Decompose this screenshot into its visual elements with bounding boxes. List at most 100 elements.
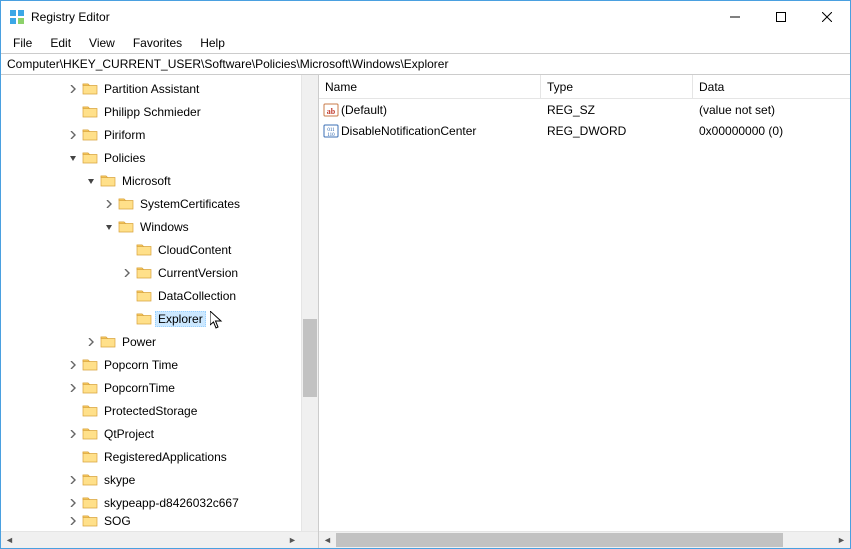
list-pane: Name Type Data ab (Default) REG_SZ(value n… xyxy=(319,75,850,548)
scrollbar-thumb[interactable] xyxy=(303,319,317,397)
list-row[interactable]: ab (Default) REG_SZ(value not set) xyxy=(319,99,850,120)
expand-icon[interactable] xyxy=(65,127,81,143)
expand-icon[interactable] xyxy=(65,472,81,488)
scrollbar-thumb[interactable] xyxy=(336,533,783,547)
close-button[interactable] xyxy=(804,1,850,33)
tree-item[interactable]: ProtectedStorage xyxy=(1,399,301,422)
list-header: Name Type Data xyxy=(319,75,850,99)
tree-item[interactable]: skypeapp-d8426032c667 xyxy=(1,491,301,514)
menu-help[interactable]: Help xyxy=(192,35,233,51)
collapse-icon[interactable] xyxy=(83,173,99,189)
expand-icon[interactable] xyxy=(65,357,81,373)
value-data: 0x00000000 (0) xyxy=(693,124,850,138)
window-title: Registry Editor xyxy=(31,10,712,24)
value-name: DisableNotificationCenter xyxy=(341,124,476,138)
tree-item[interactable]: Policies xyxy=(1,146,301,169)
menu-view[interactable]: View xyxy=(81,35,123,51)
column-header-type[interactable]: Type xyxy=(541,75,693,98)
tree-vertical-scrollbar[interactable] xyxy=(301,75,318,531)
expander-spacer xyxy=(65,104,81,120)
tree-item-label: Philipp Schmieder xyxy=(101,104,204,120)
tree-item-label: Power xyxy=(119,334,159,350)
tree-item[interactable]: SOG xyxy=(1,514,301,527)
tree-item-label: RegisteredApplications xyxy=(101,449,230,465)
tree-item-label: Microsoft xyxy=(119,173,174,189)
window-controls xyxy=(712,1,850,33)
tree-item[interactable]: PopcornTime xyxy=(1,376,301,399)
scrollbar-track[interactable] xyxy=(336,532,833,548)
tree-item[interactable]: CurrentVersion xyxy=(1,261,301,284)
tree-item[interactable]: DataCollection xyxy=(1,284,301,307)
list-view[interactable]: ab(Default)REG_SZ(value not set)011110Di… xyxy=(319,99,850,531)
tree-item-label: SOG xyxy=(101,513,134,529)
scroll-right-arrow[interactable]: ► xyxy=(833,532,850,548)
tree-item-label: CurrentVersion xyxy=(155,265,241,281)
tree-item[interactable]: Power xyxy=(1,330,301,353)
tree-item-label: CloudContent xyxy=(155,242,234,258)
expander-spacer xyxy=(65,449,81,465)
expand-icon[interactable] xyxy=(101,196,117,212)
tree-item-label: Partition Assistant xyxy=(101,81,202,97)
tree-horizontal-scrollbar[interactable]: ◄ ► xyxy=(1,531,318,548)
maximize-button[interactable] xyxy=(758,1,804,33)
tree-item[interactable]: SystemCertificates xyxy=(1,192,301,215)
tree-pane: Partition Assistant Philipp Schmieder Piri… xyxy=(1,75,319,548)
tree-item[interactable]: skype xyxy=(1,468,301,491)
tree-item[interactable]: Partition Assistant xyxy=(1,77,301,100)
scroll-left-arrow[interactable]: ◄ xyxy=(1,532,18,548)
menu-favorites[interactable]: Favorites xyxy=(125,35,190,51)
tree-item[interactable]: Piriform xyxy=(1,123,301,146)
tree-item[interactable]: RegisteredApplications xyxy=(1,445,301,468)
tree-item[interactable]: Philipp Schmieder xyxy=(1,100,301,123)
registry-editor-window: Registry Editor File Edit View Favorites… xyxy=(0,0,851,549)
tree-view[interactable]: Partition Assistant Philipp Schmieder Piri… xyxy=(1,75,301,531)
tree-item-label: QtProject xyxy=(101,426,157,442)
minimize-button[interactable] xyxy=(712,1,758,33)
scroll-right-arrow[interactable]: ► xyxy=(284,532,301,548)
expander-spacer xyxy=(119,242,135,258)
svg-text:ab: ab xyxy=(327,107,336,116)
svg-text:110: 110 xyxy=(327,133,335,138)
value-type: REG_DWORD xyxy=(541,124,693,138)
tree-item[interactable]: Windows xyxy=(1,215,301,238)
column-header-data[interactable]: Data xyxy=(693,75,850,98)
expand-icon[interactable] xyxy=(83,334,99,350)
tree-item-label: ProtectedStorage xyxy=(101,403,200,419)
value-name: (Default) xyxy=(341,103,387,117)
tree-item[interactable]: QtProject xyxy=(1,422,301,445)
value-type: REG_SZ xyxy=(541,103,693,117)
tree-item-label: Popcorn Time xyxy=(101,357,181,373)
scroll-left-arrow[interactable]: ◄ xyxy=(319,532,336,548)
tree-item-label: Piriform xyxy=(101,127,148,143)
list-row[interactable]: 011110DisableNotificationCenterREG_DWORD… xyxy=(319,120,850,141)
regedit-app-icon xyxy=(9,9,25,25)
expander-spacer xyxy=(65,403,81,419)
scrollbar-track[interactable] xyxy=(18,532,284,548)
tree-item[interactable]: Explorer xyxy=(1,307,301,330)
collapse-icon[interactable] xyxy=(101,219,117,235)
menu-edit[interactable]: Edit xyxy=(42,35,79,51)
menu-file[interactable]: File xyxy=(5,35,40,51)
tree-item[interactable]: Popcorn Time xyxy=(1,353,301,376)
tree-item-label: skypeapp-d8426032c667 xyxy=(101,495,242,511)
tree-item-label: Explorer xyxy=(155,311,206,327)
tree-item-label: PopcornTime xyxy=(101,380,178,396)
expander-spacer xyxy=(119,311,135,327)
expand-icon[interactable] xyxy=(65,513,81,529)
list-horizontal-scrollbar[interactable]: ◄ ► xyxy=(319,531,850,548)
expand-icon[interactable] xyxy=(65,426,81,442)
titlebar[interactable]: Registry Editor xyxy=(1,1,850,33)
tree-item-label: Windows xyxy=(137,219,192,235)
collapse-icon[interactable] xyxy=(65,150,81,166)
expand-icon[interactable] xyxy=(65,380,81,396)
expand-icon[interactable] xyxy=(65,81,81,97)
tree-item[interactable]: CloudContent xyxy=(1,238,301,261)
expand-icon[interactable] xyxy=(65,495,81,511)
tree-item-label: DataCollection xyxy=(155,288,239,304)
address-bar[interactable]: Computer\HKEY_CURRENT_USER\Software\Poli… xyxy=(1,53,850,75)
value-data: (value not set) xyxy=(693,103,850,117)
tree-item-label: skype xyxy=(101,472,138,488)
expand-icon[interactable] xyxy=(119,265,135,281)
column-header-name[interactable]: Name xyxy=(319,75,541,98)
tree-item[interactable]: Microsoft xyxy=(1,169,301,192)
